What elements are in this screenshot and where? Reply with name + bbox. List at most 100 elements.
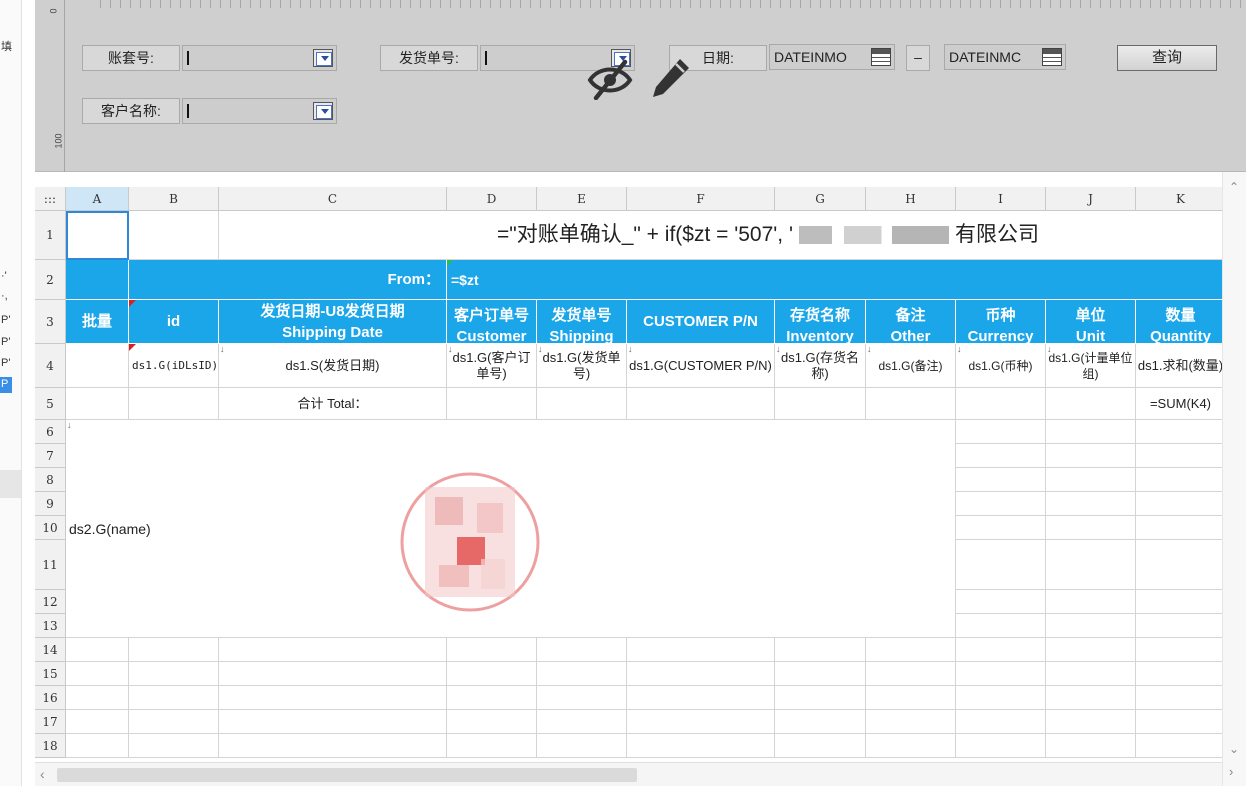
row-header[interactable]: 6 [35,420,66,444]
header-other[interactable]: 备注 Other [866,300,956,344]
column-header-a[interactable]: A [66,187,129,211]
grid-cell[interactable] [1136,492,1222,516]
date-from-field[interactable]: DATEINMO [769,44,895,70]
account-combo[interactable] [182,45,337,71]
from-label-cell[interactable]: From： [129,260,447,300]
date-to-field[interactable]: DATEINMC [944,44,1066,70]
column-header-j[interactable]: J [1046,187,1136,211]
header-id[interactable]: id [129,300,219,344]
grid-cell[interactable] [1136,516,1222,540]
column-header-e[interactable]: E [537,187,627,211]
column-header-c[interactable]: C [219,187,447,211]
cell-e4[interactable]: ds1.G(发货单号) [537,344,627,388]
column-header-f[interactable]: F [627,187,775,211]
grid-cell[interactable] [1136,444,1222,468]
column-header-g[interactable]: G [775,187,866,211]
scroll-down-icon[interactable]: ⌄ [1229,742,1239,756]
cell-b1[interactable] [129,211,219,260]
row-header[interactable]: 16 [35,686,66,710]
grid-cell[interactable] [1046,516,1136,540]
row-header[interactable]: 3 [35,300,66,344]
grid-cell[interactable] [1136,614,1222,638]
pencil-icon[interactable] [650,56,692,100]
customer-combo[interactable] [182,98,337,124]
grid-cell[interactable] [1046,540,1136,590]
vertical-scrollbar[interactable]: ⌃ ⌄ › [1222,172,1246,786]
header-currency[interactable]: 币种 Currency [956,300,1046,344]
grid-cell[interactable] [1046,468,1136,492]
header-inventory[interactable]: 存货名称 Inventory [775,300,866,344]
grid-cell[interactable] [1136,590,1222,614]
grid-cell[interactable] [956,492,1046,516]
row-header[interactable]: 17 [35,710,66,734]
grid-cell[interactable] [956,444,1046,468]
grid-cell[interactable] [956,468,1046,492]
cell-c4[interactable]: ds1.S(发货日期) [219,344,447,388]
grid-cell[interactable] [1046,614,1136,638]
row-header[interactable]: 9 [35,492,66,516]
row-header[interactable]: 11 [35,540,66,590]
cell-i5[interactable] [956,388,1046,420]
cell-k4[interactable]: ds1.求和(数量) [1136,344,1222,388]
row-header[interactable]: 13 [35,614,66,638]
row-header[interactable]: 4 [35,344,66,388]
cell-h5[interactable] [866,388,956,420]
row-header[interactable]: 10 [35,516,66,540]
grid-cell[interactable] [956,614,1046,638]
horizontal-scrollbar[interactable]: ‹ › [35,762,1236,786]
grid-cell[interactable] [1046,420,1136,444]
cell-a2[interactable] [66,260,129,300]
row-header[interactable]: 12 [35,590,66,614]
row-header[interactable]: 18 [35,734,66,758]
grid-cell[interactable] [1046,590,1136,614]
column-header-h[interactable]: H [866,187,956,211]
dropdown-icon[interactable] [313,102,333,120]
header-batch[interactable]: 批量 [66,300,129,344]
header-customer[interactable]: 客户订单号 Customer [447,300,537,344]
eye-off-icon[interactable] [587,58,633,100]
cell-d4[interactable]: ds1.G(客户订单号) [447,344,537,388]
scroll-up-icon[interactable]: ⌃ [1229,180,1239,194]
cell-g5[interactable] [775,388,866,420]
column-header-d[interactable]: D [447,187,537,211]
header-unit[interactable]: 单位 Unit [1046,300,1136,344]
cell-h4[interactable]: ds1.G(备注) [866,344,956,388]
cell-b5[interactable] [129,388,219,420]
cell-f4[interactable]: ds1.G(CUSTOMER P/N) [627,344,775,388]
cell-e5[interactable] [537,388,627,420]
cell-a1[interactable] [66,211,129,260]
grid-cell[interactable] [1046,492,1136,516]
scroll-thumb[interactable] [57,768,637,782]
header-quantity[interactable]: 数量 Quantity [1136,300,1222,344]
cell-j4[interactable]: ds1.G(计量单位组) [1046,344,1136,388]
sum-cell[interactable]: =SUM(K4) [1136,388,1222,420]
cell-d5[interactable] [447,388,537,420]
cell-g4[interactable]: ds1.G(存货名称) [775,344,866,388]
row-header[interactable]: 1 [35,211,66,260]
grid-cell[interactable] [1136,420,1222,444]
total-label-cell[interactable]: 合计 Total： [219,388,447,420]
header-customer-pn[interactable]: CUSTOMER P/N [627,300,775,344]
grid-corner[interactable]: ::: [35,187,66,211]
scroll-left-icon[interactable]: ‹ [40,766,45,782]
header-shipping[interactable]: 发货单号 Shipping [537,300,627,344]
column-header-b[interactable]: B [129,187,219,211]
header-shipping-date[interactable]: 发货日期-U8发货日期 Shipping Date [219,300,447,344]
cell-i4[interactable]: ds1.G(币种) [956,344,1046,388]
cell-f5[interactable] [627,388,775,420]
grid-cell[interactable] [1136,468,1222,492]
cell-b4[interactable]: ds1.G(iDLsID) [129,344,219,388]
cell-a4[interactable] [66,344,129,388]
grid-cell[interactable] [956,420,1046,444]
column-header-i[interactable]: I [956,187,1046,211]
grid-cell[interactable] [956,590,1046,614]
column-header-k[interactable]: K [1136,187,1222,211]
row-header[interactable]: 7 [35,444,66,468]
row-header[interactable]: 14 [35,638,66,662]
row-header[interactable]: 15 [35,662,66,686]
cell-a5[interactable] [66,388,129,420]
from-value-cell[interactable]: =$zt [447,260,1222,300]
scroll-right-icon[interactable]: › [1229,764,1233,779]
grid-cell[interactable] [1136,540,1222,590]
dropdown-icon[interactable] [313,49,333,67]
